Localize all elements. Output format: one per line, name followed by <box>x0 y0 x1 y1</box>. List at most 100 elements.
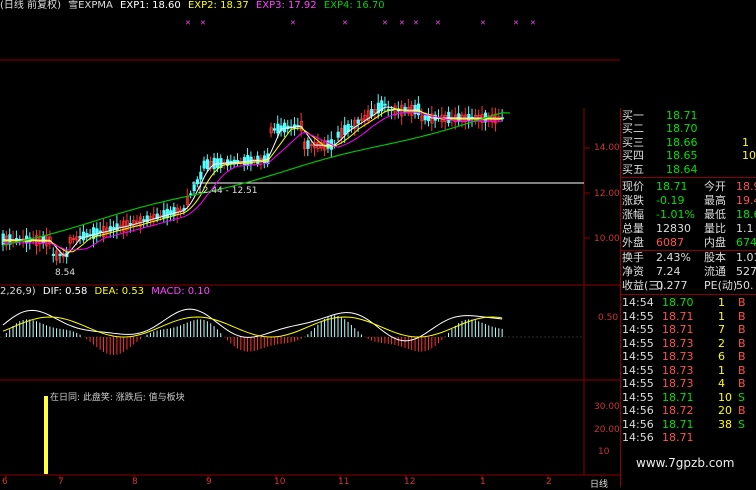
volume-caption: 在日同: 此盘笑: 涨跌后: 值与板块 <box>50 393 185 403</box>
tick-price: 18.71 <box>662 417 694 431</box>
tick-time: 14:55 <box>622 377 654 390</box>
candle-body <box>41 235 46 244</box>
quote-row: 涨跌 -0.19 最高 19.4 <box>620 194 756 208</box>
tick-volume: 2 <box>718 336 725 350</box>
tick-price: 18.73 <box>662 350 694 363</box>
candle-body <box>343 125 347 136</box>
tick-row: 14:55 18.73 2 B <box>620 337 756 351</box>
candle-body <box>78 235 82 239</box>
tick-time: 14:55 <box>622 323 654 336</box>
candlestick-chart[interactable]: ✕ ✕ ✕ ✕ ✕ ✕ ✕ ✕ ✕ ✕ ✕ <box>0 0 620 487</box>
tick-volume: 1 <box>718 363 725 377</box>
tick-volume: 7 <box>718 323 725 336</box>
order-label: 买二 <box>622 122 644 136</box>
candle-body <box>282 122 287 133</box>
order-book-row: 买一 18.71 <box>620 109 756 123</box>
candle-body <box>212 157 216 170</box>
tick-time: 14:55 <box>622 390 654 404</box>
date-label: 2 <box>546 477 552 487</box>
quote-row: 净资 7.24 流通 5270万 <box>620 265 756 279</box>
quote-value: 674 <box>736 236 756 250</box>
tick-side: B <box>738 336 746 350</box>
order-book-row: 买五 18.64 <box>620 163 756 177</box>
candle-body <box>128 223 133 225</box>
macd-dif: DIF: 0.58 <box>42 286 88 297</box>
order-price: 18.65 <box>666 149 698 163</box>
tick-time: 14:55 <box>622 336 654 350</box>
quote-label: 最高 <box>704 194 726 208</box>
candle-body <box>165 208 169 219</box>
candle-body <box>189 193 193 196</box>
quote-label: 股本 <box>704 250 726 264</box>
date-label: 7 <box>58 477 64 487</box>
signal-marker: ✕ <box>399 19 405 27</box>
order-label: 买三 <box>622 135 644 149</box>
quote-value: -1.01% <box>656 208 695 222</box>
tick-side: B <box>738 296 746 309</box>
quote-label: 涨幅 <box>622 208 644 222</box>
candle-body <box>276 123 280 134</box>
quote-value: 0.277 <box>656 278 688 292</box>
order-book-row: 买四 18.65 10 <box>620 149 756 163</box>
order-price: 18.64 <box>666 162 698 176</box>
macd-params: 2,26,9) <box>0 286 36 297</box>
quote-value: 18.71 <box>656 180 688 193</box>
date-label: 1 <box>480 477 486 487</box>
quote-row: 外盘 6087 内盘 674 <box>620 236 756 250</box>
volume-axis-label: 20.00 <box>594 425 620 435</box>
quote-row: 涨幅 -1.01% 最低 18.6 <box>620 208 756 222</box>
quote-row: 换手 2.43% 股本 1.01亿 <box>620 251 756 265</box>
date-label: 10 <box>274 477 286 487</box>
tick-side: B <box>738 363 746 377</box>
tick-time: 14:56 <box>622 404 654 417</box>
quote-value: 18.6 <box>736 208 756 222</box>
quote-value: 2.43% <box>656 250 691 264</box>
volume-bar <box>44 396 48 474</box>
tick-volume: 10 <box>718 390 732 404</box>
candle-body <box>326 140 330 149</box>
tick-time: 14:55 <box>622 309 654 323</box>
candle-body <box>162 210 166 219</box>
macd-value: MACD: 0.10 <box>151 286 211 297</box>
quote-label: 今开 <box>704 180 726 193</box>
quote-label: 现价 <box>622 180 644 193</box>
order-label: 买四 <box>622 149 644 163</box>
low-annotation: 8.54 <box>55 268 76 278</box>
tick-side: B <box>738 323 746 336</box>
candle-body <box>356 119 360 124</box>
date-label: 8 <box>132 477 138 487</box>
quote-row: 现价 18.71 今开 18.9 <box>620 180 756 194</box>
tick-row: 14:56 18.72 20 B <box>620 404 756 418</box>
candle-body <box>205 159 210 170</box>
tick-row: 14:55 18.71 7 B <box>620 323 756 337</box>
order-book-row: 买二 18.70 <box>620 122 756 136</box>
tick-volume: 20 <box>718 404 732 417</box>
quote-label: 涨跌 <box>622 194 644 208</box>
tick-price: 18.72 <box>662 404 694 417</box>
order-label: 买一 <box>622 109 644 122</box>
quote-value: 18.9 <box>736 180 756 193</box>
date-label: 12 <box>404 477 416 487</box>
tick-side: B <box>738 350 746 363</box>
price-axis-label: 14.00 <box>594 143 620 153</box>
watermark: www.7gpzb.com <box>636 456 735 470</box>
candle-body <box>202 160 206 169</box>
tick-price: 18.71 <box>662 309 694 323</box>
candle-body <box>195 179 200 185</box>
period-tab[interactable]: 日线 <box>590 477 608 490</box>
candle-body <box>82 231 86 241</box>
candle-body <box>192 184 196 192</box>
candle-body <box>215 158 220 169</box>
volume-axis-label: 30.00 <box>594 402 620 412</box>
tick-price: 18.71 <box>662 323 694 336</box>
quote-value: 1.1 <box>736 222 754 236</box>
quote-value: 50. <box>736 278 754 292</box>
price-axis-label: 12.00 <box>594 189 620 199</box>
range-annotation: 12.44 - 12.51 <box>197 186 258 196</box>
candle-body <box>336 131 340 138</box>
tick-time: 14:54 <box>622 296 654 309</box>
candle-body <box>349 125 354 128</box>
order-label: 买五 <box>622 162 644 176</box>
tick-volume: 1 <box>718 309 725 323</box>
stock-chart-window: (日线 前复权) 雪EXPMA EXP1: 18.60 EXP2: 18.37 … <box>0 0 756 490</box>
